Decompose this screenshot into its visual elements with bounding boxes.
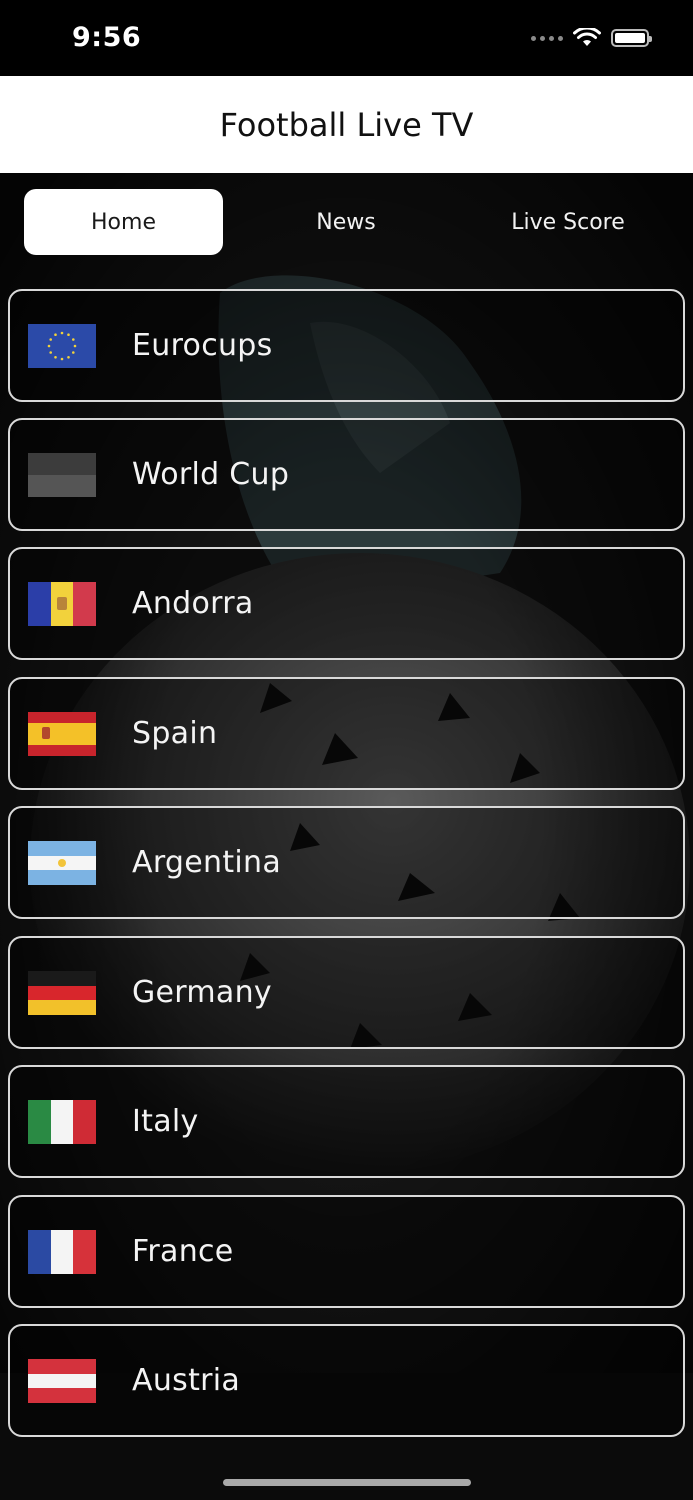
list-item-world-cup[interactable]: World Cup (8, 418, 685, 531)
list-item-austria[interactable]: Austria (8, 1324, 685, 1437)
list-item-label: Italy (132, 1104, 199, 1139)
app-header: Football Live TV (0, 76, 693, 173)
signal-icon (531, 35, 563, 41)
status-icons (531, 28, 652, 48)
argentina-flag-icon (28, 841, 96, 885)
list-item-france[interactable]: France (8, 1195, 685, 1308)
list-item-label: Andorra (132, 586, 254, 621)
tab-home[interactable]: Home (24, 189, 223, 255)
european-union-flag-icon (28, 324, 96, 368)
list-item-label: France (132, 1234, 234, 1269)
battery-icon (611, 29, 652, 47)
status-time: 9:56 (72, 22, 142, 53)
world-cup-flag-icon (28, 453, 96, 497)
list-item-spain[interactable]: Spain (8, 677, 685, 790)
page-title: Football Live TV (219, 105, 474, 144)
germany-flag-icon (28, 971, 96, 1015)
andorra-flag-icon (28, 582, 96, 626)
tab-bar: Home News Live Score (0, 189, 693, 255)
wifi-icon (573, 28, 601, 46)
spain-flag-icon (28, 712, 96, 756)
list-item-label: World Cup (132, 457, 290, 492)
tab-live-score[interactable]: Live Score (468, 189, 668, 255)
list-item-label: Eurocups (132, 328, 273, 363)
tab-news[interactable]: News (246, 189, 446, 255)
list-item-label: Argentina (132, 845, 282, 880)
status-bar: 9:56 (0, 0, 693, 76)
list-item-argentina[interactable]: Argentina (8, 806, 685, 919)
main-content: Home News Live Score Eurocups World Cup … (0, 173, 693, 1500)
list-item-germany[interactable]: Germany (8, 936, 685, 1049)
list-item-eurocups[interactable]: Eurocups (8, 289, 685, 402)
home-indicator[interactable] (223, 1479, 471, 1486)
list-item-label: Germany (132, 975, 272, 1010)
list-item-label: Austria (132, 1363, 241, 1398)
france-flag-icon (28, 1230, 96, 1274)
italy-flag-icon (28, 1100, 96, 1144)
list-item-andorra[interactable]: Andorra (8, 547, 685, 660)
austria-flag-icon (28, 1359, 96, 1403)
list-item-label: Spain (132, 716, 218, 751)
list-item-italy[interactable]: Italy (8, 1065, 685, 1178)
